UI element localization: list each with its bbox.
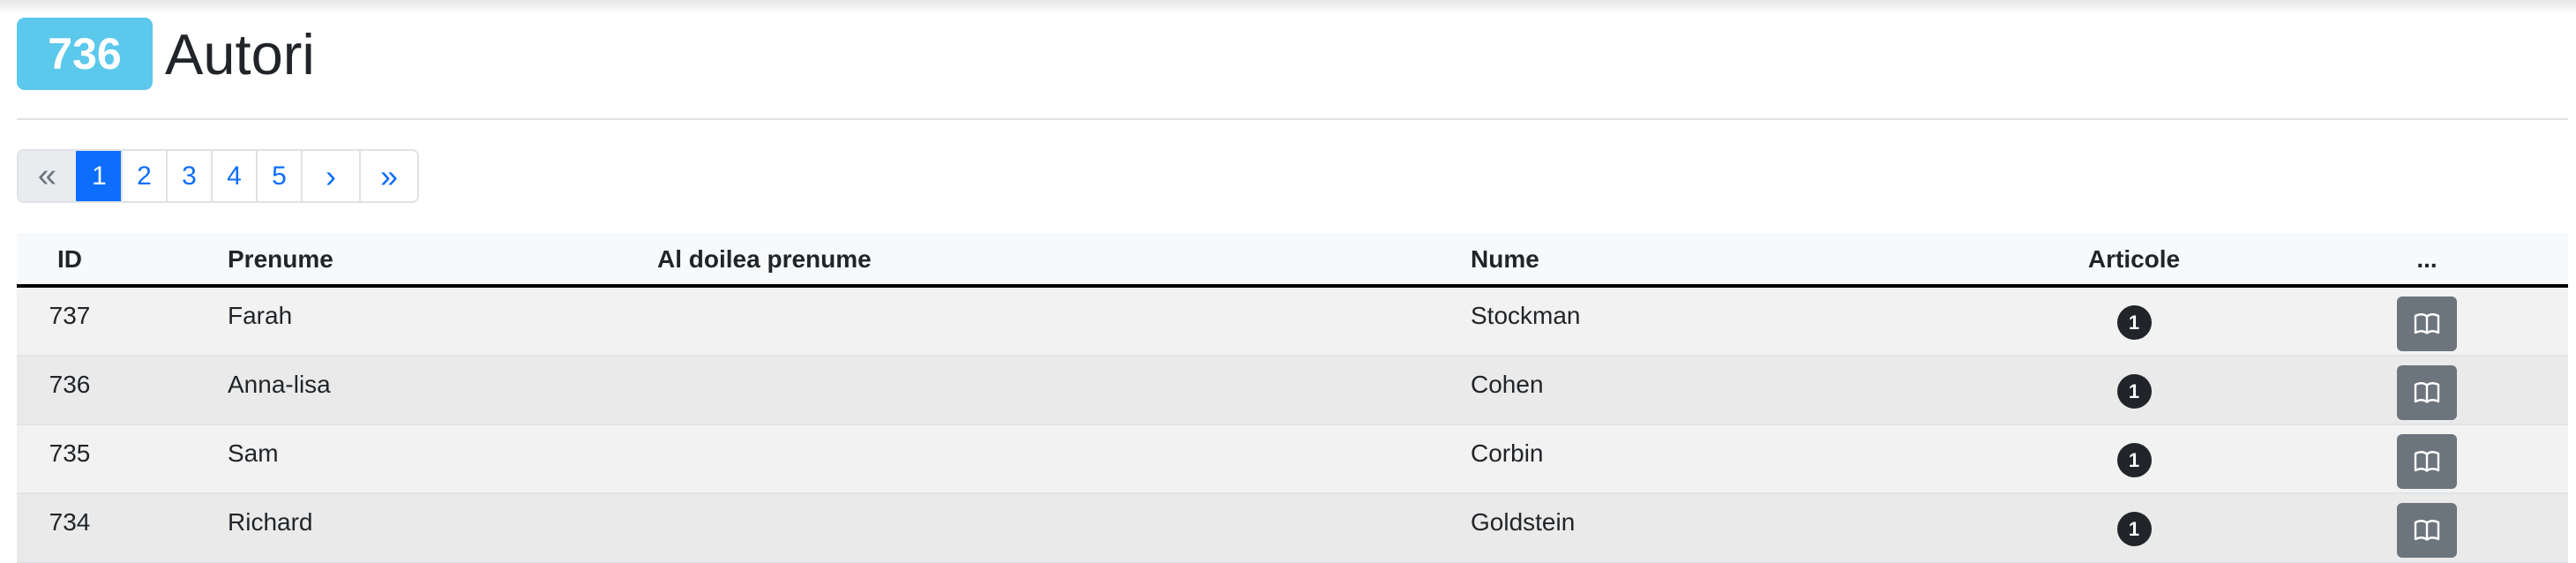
table-row: 734 Richard Goldstein 1	[17, 494, 2568, 563]
cell-nume: Goldstein	[1471, 508, 1576, 536]
book-open-icon	[2414, 519, 2440, 541]
articles-count-pill: 1	[2116, 374, 2152, 409]
table-row: 736 Anna-lisa Cohen 1	[17, 357, 2568, 425]
header-divider	[17, 118, 2568, 120]
table-header: ID Prenume Al doilea prenume Nume Artico…	[17, 233, 2568, 288]
table-row: 737 Farah Stockman 1	[17, 288, 2568, 357]
pagination-page-4[interactable]: 4	[211, 151, 256, 201]
book-open-icon	[2414, 312, 2440, 334]
cell-actions	[2389, 503, 2465, 558]
column-header-actions: ...	[2416, 245, 2437, 273]
view-articles-button[interactable]	[2397, 297, 2457, 351]
cell-nume: Corbin	[1471, 439, 1544, 467]
cell-articole: 1	[2028, 374, 2240, 409]
cell-articole: 1	[2028, 305, 2240, 340]
top-shadow	[0, 0, 2576, 14]
pagination-page-1[interactable]: 1	[76, 151, 121, 201]
author-count-badge: 736	[17, 18, 153, 90]
authors-table: ID Prenume Al doilea prenume Nume Artico…	[17, 233, 2568, 563]
pagination-first-button[interactable]: «	[19, 151, 76, 201]
cell-prenume: Richard	[228, 508, 313, 536]
column-header-articole[interactable]: Articole	[2028, 245, 2240, 274]
cell-id: 737	[49, 302, 91, 329]
cell-articole: 1	[2028, 443, 2240, 477]
cell-id: 736	[49, 371, 91, 398]
cell-actions	[2389, 365, 2465, 420]
cell-id: 734	[49, 508, 91, 536]
pagination-next-button[interactable]: ›	[301, 151, 359, 201]
pagination-page-3[interactable]: 3	[166, 151, 211, 201]
pagination-last-button[interactable]: »	[359, 151, 417, 201]
column-header-prenume[interactable]: Prenume	[228, 245, 333, 274]
page-header: 736 Autori	[17, 16, 315, 92]
cell-id: 735	[49, 439, 91, 467]
articles-count-pill: 1	[2116, 443, 2152, 477]
cell-actions	[2389, 434, 2465, 489]
column-header-nume[interactable]: Nume	[1471, 245, 1539, 274]
cell-prenume: Sam	[228, 439, 279, 467]
column-header-al-doilea-prenume[interactable]: Al doilea prenume	[657, 245, 872, 274]
view-articles-button[interactable]	[2397, 503, 2457, 558]
pagination-page-5[interactable]: 5	[256, 151, 301, 201]
view-articles-button[interactable]	[2397, 365, 2457, 420]
column-header-id[interactable]: ID	[17, 245, 123, 274]
cell-nume: Stockman	[1471, 302, 1581, 329]
book-open-icon	[2414, 381, 2440, 403]
articles-count-pill: 1	[2116, 305, 2152, 340]
cell-prenume: Anna-lisa	[228, 371, 331, 398]
pagination-page-2[interactable]: 2	[121, 151, 166, 201]
cell-actions	[2389, 297, 2465, 351]
cell-nume: Cohen	[1471, 371, 1544, 398]
page-title: Autori	[165, 21, 315, 86]
book-open-icon	[2414, 450, 2440, 472]
view-articles-button[interactable]	[2397, 434, 2457, 489]
cell-articole: 1	[2028, 512, 2240, 546]
pagination: « 1 2 3 4 5 › »	[17, 149, 419, 203]
cell-prenume: Farah	[228, 302, 293, 329]
table-row: 735 Sam Corbin 1	[17, 425, 2568, 494]
articles-count-pill: 1	[2116, 512, 2152, 546]
